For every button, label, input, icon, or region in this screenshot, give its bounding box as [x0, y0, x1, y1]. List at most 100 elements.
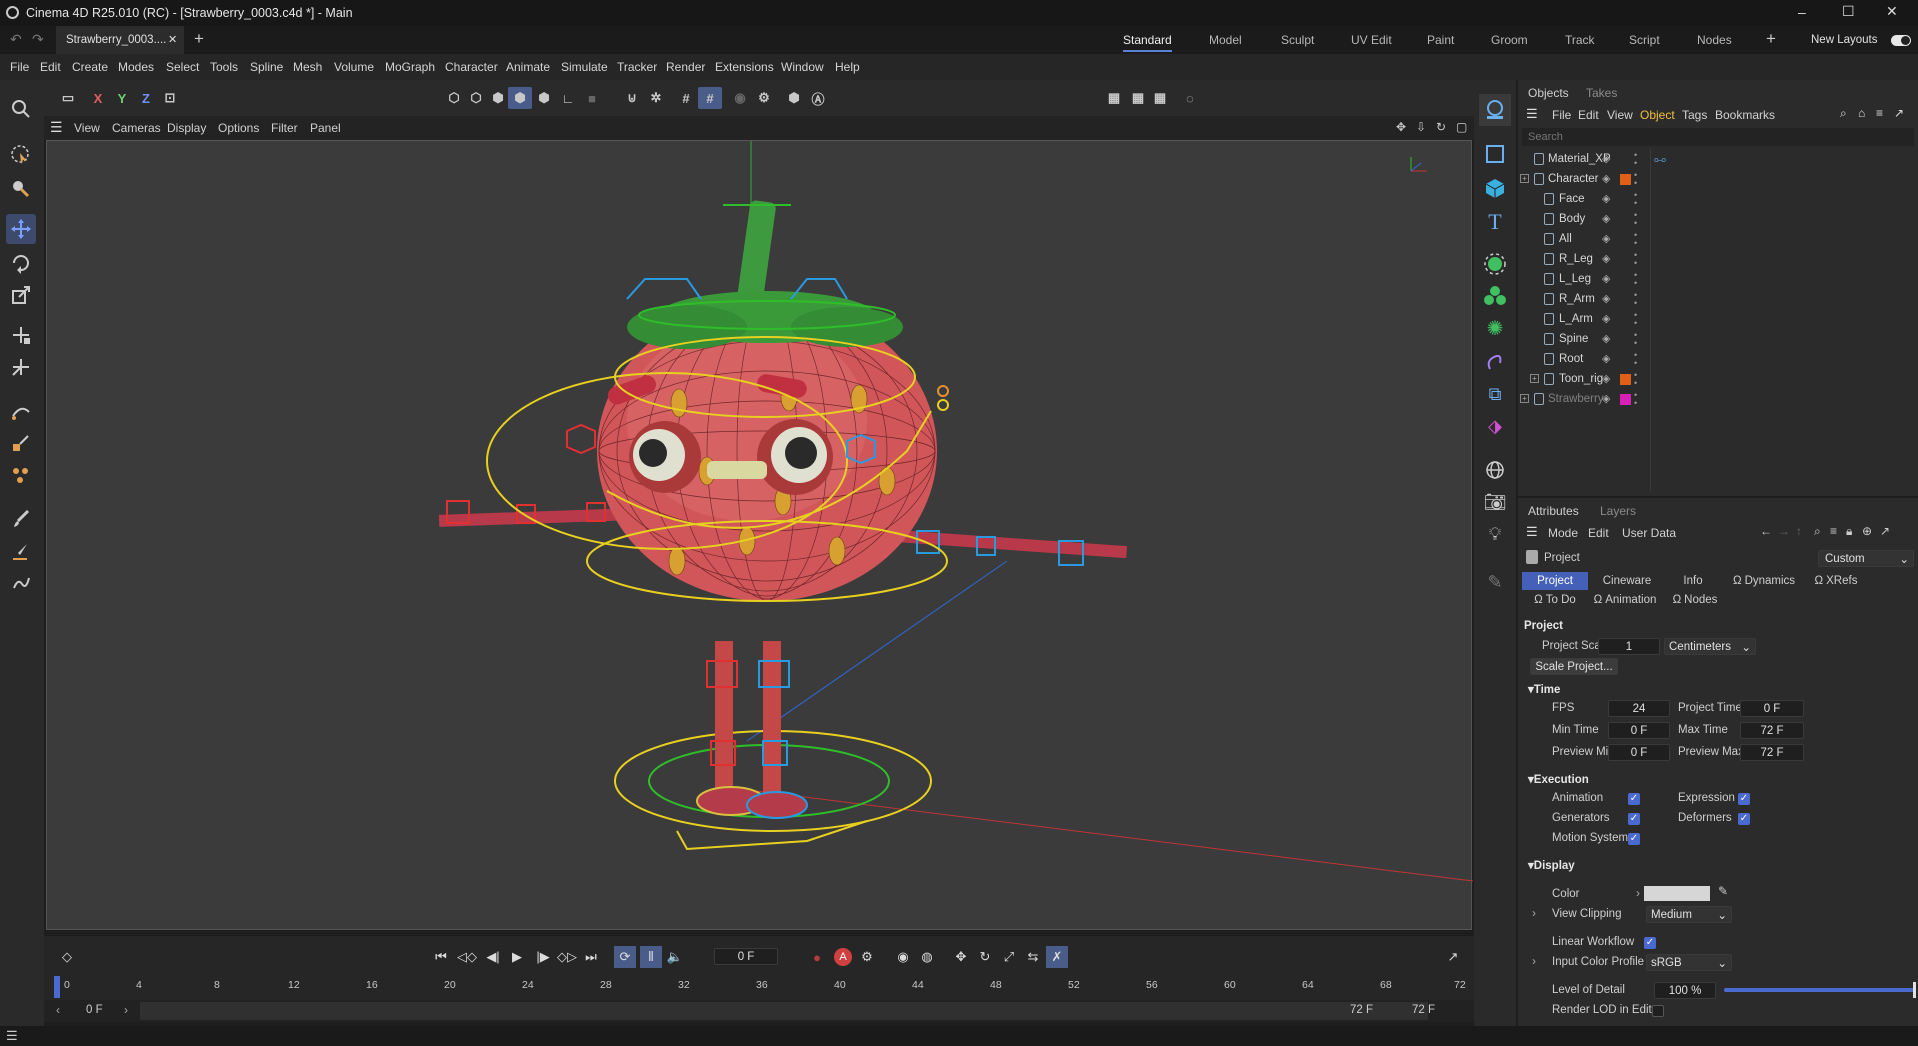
layout-tab-script[interactable]: Script	[1629, 33, 1660, 47]
visibility-dots-icon[interactable]: • •	[1634, 311, 1637, 328]
effector-icon[interactable]: ✺	[1479, 312, 1511, 344]
expand-toggle-icon[interactable]: +	[1530, 374, 1539, 383]
tab-takes[interactable]: Takes	[1586, 86, 1617, 100]
deformers-checkbox[interactable]: ✓	[1738, 813, 1750, 825]
menu-render[interactable]: Render	[666, 60, 705, 74]
objects-menu-bookmarks[interactable]: Bookmarks	[1715, 108, 1775, 122]
scale-project-button[interactable]: Scale Project...	[1530, 658, 1618, 675]
axis-y-button[interactable]: Y	[110, 87, 134, 109]
viewport-menu-display[interactable]: Display	[167, 121, 206, 135]
eyedropper-icon[interactable]: ✎	[1718, 884, 1728, 898]
layer-icon[interactable]: ◈	[1602, 332, 1610, 345]
generators-checkbox[interactable]: ✓	[1628, 813, 1640, 825]
orbit-view-icon[interactable]: ↻	[1436, 120, 1446, 134]
record-icon[interactable]: ●	[806, 946, 828, 968]
preview-max-field[interactable]: 72 F	[1740, 744, 1804, 761]
lod-slider[interactable]	[1724, 982, 1916, 998]
rotate-view-icon[interactable]: ◌	[1178, 87, 1202, 109]
attr-tab-todo[interactable]: Ω To Do	[1530, 591, 1580, 609]
visibility-dots-icon[interactable]: • •	[1634, 171, 1637, 188]
layer-icon[interactable]: ◈	[1602, 292, 1610, 305]
home-icon[interactable]: ⌂	[1858, 106, 1865, 120]
cube-icon[interactable]	[1479, 172, 1511, 204]
layer-icon[interactable]: ◈	[1602, 352, 1610, 365]
menu-select[interactable]: Select	[166, 60, 199, 74]
close-window-button[interactable]: ✕	[1886, 3, 1898, 20]
lock-icon[interactable]: 🔒︎	[1846, 524, 1852, 539]
transform-tool-icon[interactable]	[6, 320, 36, 350]
objects-menu-object[interactable]: Object	[1640, 108, 1675, 122]
preview-min-field[interactable]: 0 F	[1608, 744, 1670, 761]
add-layout-icon[interactable]: +	[1766, 29, 1776, 49]
timeline-ruler[interactable]: 0 4 8 12 16 20 24 28 32 36 40 44 48 52 5…	[44, 976, 1474, 1000]
layer-icon[interactable]: ◈	[1602, 392, 1610, 405]
render-view-icon[interactable]	[1479, 94, 1511, 126]
redo-icon[interactable]: ↷	[32, 31, 44, 48]
key-rotation-icon[interactable]: ↻	[974, 946, 996, 968]
minimize-button[interactable]: –	[1798, 4, 1806, 20]
key-mode-icon[interactable]: ◍	[916, 946, 938, 968]
text-object-icon[interactable]: T	[1479, 206, 1511, 238]
text-icon[interactable]: Ⓐ	[806, 87, 830, 109]
sound-icon[interactable]: 🔈	[664, 946, 686, 968]
hamburger-icon[interactable]: ☰	[50, 119, 63, 136]
view-clipping-dropdown[interactable]: Medium ⌄	[1646, 906, 1732, 923]
tab-attributes[interactable]: Attributes	[1528, 504, 1579, 518]
object-row[interactable]: Material_XP ◈ • •	[1518, 150, 1918, 170]
object-row[interactable]: R_Leg ◈ • •	[1518, 250, 1918, 270]
object-row[interactable]: L_Arm ◈ • •	[1518, 310, 1918, 330]
edges-mode-icon[interactable]: ⬡	[464, 87, 488, 109]
menu-mograph[interactable]: MoGraph	[385, 60, 435, 74]
menu-file[interactable]: File	[10, 60, 29, 74]
objects-hamburger-icon[interactable]: ☰	[1526, 106, 1538, 122]
attr-filter-icon[interactable]: ≡	[1830, 524, 1837, 538]
key-pla-icon[interactable]: ✗	[1046, 946, 1068, 968]
layout-tab-uv-edit[interactable]: UV Edit	[1351, 33, 1392, 47]
color-chevron-icon[interactable]: ›	[1636, 886, 1640, 900]
attr-tab-dynamics[interactable]: Ω Dynamics	[1724, 572, 1804, 590]
menu-simulate[interactable]: Simulate	[561, 60, 608, 74]
input-color-profile-dropdown[interactable]: sRGB ⌄	[1646, 954, 1732, 971]
attributes-menu-user-data[interactable]: User Data	[1622, 526, 1676, 540]
undo-icon[interactable]: ↶	[10, 31, 22, 48]
current-frame-field[interactable]: 0 F	[714, 948, 778, 965]
close-tab-icon[interactable]: ✕	[168, 33, 177, 46]
project-scale-unit-dropdown[interactable]: Centimeters ⌄	[1664, 638, 1756, 655]
menu-tools[interactable]: Tools	[210, 60, 238, 74]
range-right-arrow[interactable]: ›	[124, 1003, 128, 1017]
layout-tab-model[interactable]: Model	[1209, 33, 1242, 47]
objects-menu-tags[interactable]: Tags	[1682, 108, 1707, 122]
attr-tab-nodes[interactable]: Ω Nodes	[1668, 591, 1722, 609]
viewport-menu-filter[interactable]: Filter	[271, 121, 298, 135]
layout-tab-sculpt[interactable]: Sculpt	[1281, 33, 1314, 47]
visibility-dots-icon[interactable]: • •	[1634, 231, 1637, 248]
object-row[interactable]: Body ◈ • •	[1518, 210, 1918, 230]
motion-system-checkbox[interactable]: ✓	[1628, 833, 1640, 845]
keyframe-icon[interactable]: ◇	[56, 946, 78, 968]
attr-tab-cineware[interactable]: Cineware	[1592, 572, 1662, 590]
previous-frame-icon[interactable]: ◀|	[482, 946, 504, 968]
up-arrow-icon[interactable]: ↑	[1796, 524, 1802, 538]
layout-tab-paint[interactable]: Paint	[1427, 33, 1454, 47]
input-color-profile-expand-icon[interactable]: ›	[1532, 954, 1536, 968]
visibility-dots-icon[interactable]: • •	[1634, 151, 1637, 168]
autokey-icon[interactable]: A	[832, 946, 854, 968]
field-icon[interactable]: ⧉	[1479, 378, 1511, 410]
model-mode-icon[interactable]: ▭	[56, 87, 80, 109]
min-time-field[interactable]: 0 F	[1608, 722, 1670, 739]
place-tool-icon[interactable]	[6, 352, 36, 382]
menu-spline[interactable]: Spline	[250, 60, 283, 74]
spline-rect-icon[interactable]	[1479, 138, 1511, 170]
generator-icon[interactable]	[1479, 248, 1511, 280]
new-tab-icon[interactable]: +	[194, 29, 204, 49]
attr-tab-animation[interactable]: Ω Animation	[1588, 591, 1662, 609]
key-scale-icon[interactable]: ⤢	[998, 946, 1020, 968]
object-row[interactable]: Toon_rig + ◈ • •	[1518, 370, 1918, 390]
light-icon[interactable]: 💡︎	[1479, 518, 1511, 550]
lod-field[interactable]: 100 %	[1654, 982, 1716, 999]
menu-create[interactable]: Create	[72, 60, 108, 74]
visibility-dots-icon[interactable]: • •	[1634, 371, 1637, 388]
expand-toggle-icon[interactable]: +	[1520, 174, 1529, 183]
view-clipping-expand-icon[interactable]: ›	[1532, 906, 1536, 920]
spline-pen-icon[interactable]	[6, 396, 36, 426]
